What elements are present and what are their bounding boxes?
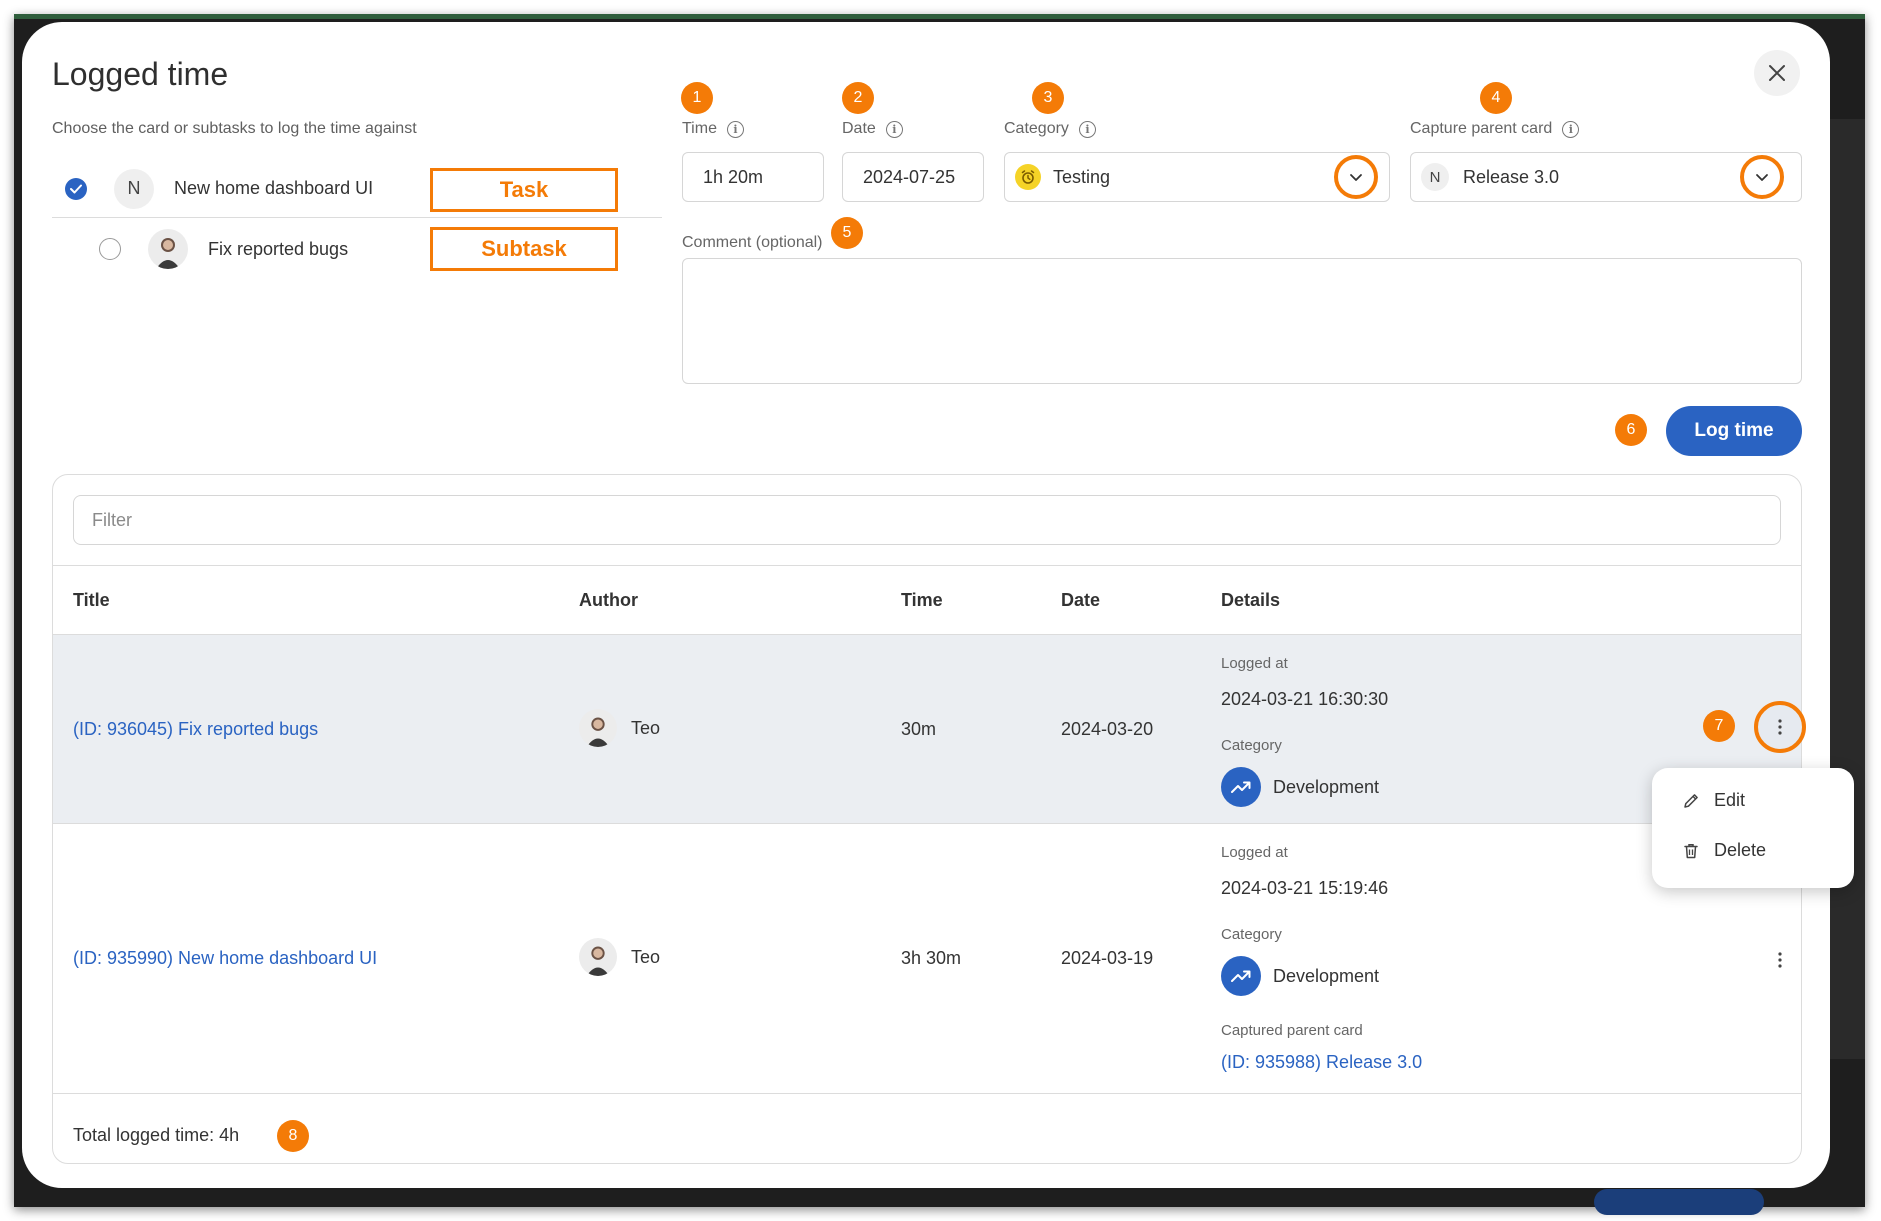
card-avatar: N (114, 168, 154, 209)
avatar (579, 709, 617, 747)
total-logged-time: Total logged time: 4h (73, 1125, 240, 1145)
row-time: 3h 30m (901, 948, 962, 968)
logged-time-table-panel: Filter Title Author Time Date Details (I… (52, 474, 1806, 1164)
avatar (148, 229, 188, 269)
parent-card-value: Release 3.0 (1463, 166, 1560, 187)
category-label-text: Category (1004, 120, 1069, 137)
info-icon[interactable]: i (885, 120, 903, 138)
author-name: Teo (631, 946, 661, 967)
alarm-clock-icon (1015, 164, 1041, 190)
radio-unchecked-icon[interactable] (99, 238, 121, 260)
category-label: Category (1221, 737, 1282, 754)
row-actions-button[interactable] (1754, 701, 1806, 753)
category-dropdown-toggle[interactable] (1334, 155, 1378, 199)
category-value: Development (1273, 965, 1380, 986)
trending-up-icon (1221, 956, 1261, 996)
parent-card-dropdown-toggle[interactable] (1740, 155, 1784, 199)
column-header-details: Details (1221, 590, 1281, 610)
close-icon (1769, 65, 1785, 81)
radio-checked-icon[interactable] (65, 177, 87, 200)
step-badge-5: 5 (831, 217, 863, 249)
logged-at-label: Logged at (1221, 844, 1288, 861)
time-label: Time i (682, 120, 744, 138)
date-label: Date i (842, 120, 903, 138)
chevron-down-icon (1350, 173, 1362, 181)
row-actions-button[interactable] (1762, 942, 1798, 978)
comment-textarea[interactable] (682, 258, 1802, 384)
category-value: Development (1273, 776, 1380, 797)
captured-parent-label: Captured parent card (1221, 1022, 1363, 1039)
row-context-menu: Edit Delete (1652, 768, 1854, 888)
row-date: 2024-03-20 (1061, 719, 1154, 739)
modal-title: Logged time (52, 56, 229, 92)
logged-time-modal: Logged time Choose the card or subtasks … (22, 22, 1854, 1188)
date-input[interactable]: 2024-07-25 (842, 152, 984, 202)
parent-card-label: Capture parent card i (1410, 120, 1580, 138)
step-badge-6: 6 (1615, 414, 1647, 446)
category-select[interactable]: Testing (1004, 152, 1390, 202)
card-label: New home dashboard UI (174, 178, 374, 198)
pencil-icon (1684, 793, 1698, 808)
backdrop-button (1594, 1189, 1764, 1215)
close-button[interactable] (1754, 50, 1800, 96)
kebab-menu-icon (1778, 952, 1782, 968)
column-header-author[interactable]: Author (579, 590, 638, 611)
time-input[interactable]: 1h 20m (682, 152, 824, 202)
row-author: Teo (579, 709, 660, 747)
table-header: Title Author Time Date Details (53, 565, 1801, 635)
step-badge-2: 2 (842, 82, 874, 114)
column-header-time[interactable]: Time (901, 590, 943, 611)
table-row: (ID: 935990) New home dashboard UI Teo 3… (53, 824, 1801, 1094)
row-title-link[interactable]: (ID: 935990) New home dashboard UI (73, 948, 377, 969)
time-label-text: Time (682, 120, 717, 137)
chevron-down-icon (1756, 173, 1768, 181)
info-icon[interactable]: i (1562, 120, 1580, 138)
menu-item-label: Edit (1714, 790, 1746, 810)
author-name: Teo (631, 717, 661, 738)
date-label-text: Date (842, 120, 876, 137)
comment-label: Comment (optional) (682, 234, 823, 251)
card-label: Fix reported bugs (208, 238, 349, 259)
avatar (579, 938, 617, 976)
parent-card-avatar: N (1421, 163, 1449, 191)
menu-item-delete[interactable]: Delete (1682, 840, 1766, 861)
column-header-date[interactable]: Date (1061, 590, 1100, 611)
row-date: 2024-03-19 (1061, 948, 1154, 968)
filter-input[interactable]: Filter (73, 495, 1781, 545)
step-badge-1: 1 (681, 82, 713, 114)
row-time: 30m (901, 719, 937, 739)
modal-subtitle: Choose the card or subtasks to log the t… (52, 120, 417, 137)
row-category: Development (1221, 956, 1379, 996)
annotation-subtask: Subtask (430, 227, 618, 271)
info-icon[interactable]: i (726, 120, 744, 138)
logged-at-value: 2024-03-21 16:30:30 (1221, 689, 1389, 709)
step-badge-3: 3 (1032, 82, 1064, 114)
captured-parent-link[interactable]: (ID: 935988) Release 3.0 (1221, 1052, 1422, 1073)
step-badge-8: 8 (277, 1120, 309, 1152)
trending-up-icon (1221, 767, 1261, 807)
row-author: Teo (579, 938, 660, 976)
menu-item-label: Delete (1714, 840, 1767, 860)
logged-at-label: Logged at (1221, 655, 1288, 672)
category-label: Category (1221, 926, 1282, 943)
info-icon[interactable]: i (1078, 120, 1096, 138)
step-badge-4: 4 (1480, 82, 1512, 114)
kebab-menu-icon (1778, 719, 1782, 735)
parent-card-label-text: Capture parent card (1410, 120, 1553, 137)
table-row: (ID: 936045) Fix reported bugs Teo 30m 2… (53, 635, 1806, 824)
log-time-button[interactable]: Log time (1666, 406, 1802, 456)
menu-item-edit[interactable]: Edit (1682, 790, 1745, 811)
category-label: Category i (1004, 120, 1096, 138)
annotation-task: Task (430, 168, 618, 212)
category-value: Testing (1053, 166, 1111, 187)
row-category: Development (1221, 767, 1379, 807)
row-title-link[interactable]: (ID: 936045) Fix reported bugs (73, 719, 318, 740)
step-badge-7: 7 (1703, 710, 1735, 742)
trash-icon (1684, 843, 1698, 858)
column-header-title[interactable]: Title (73, 590, 110, 611)
logged-at-value: 2024-03-21 15:19:46 (1221, 878, 1389, 898)
